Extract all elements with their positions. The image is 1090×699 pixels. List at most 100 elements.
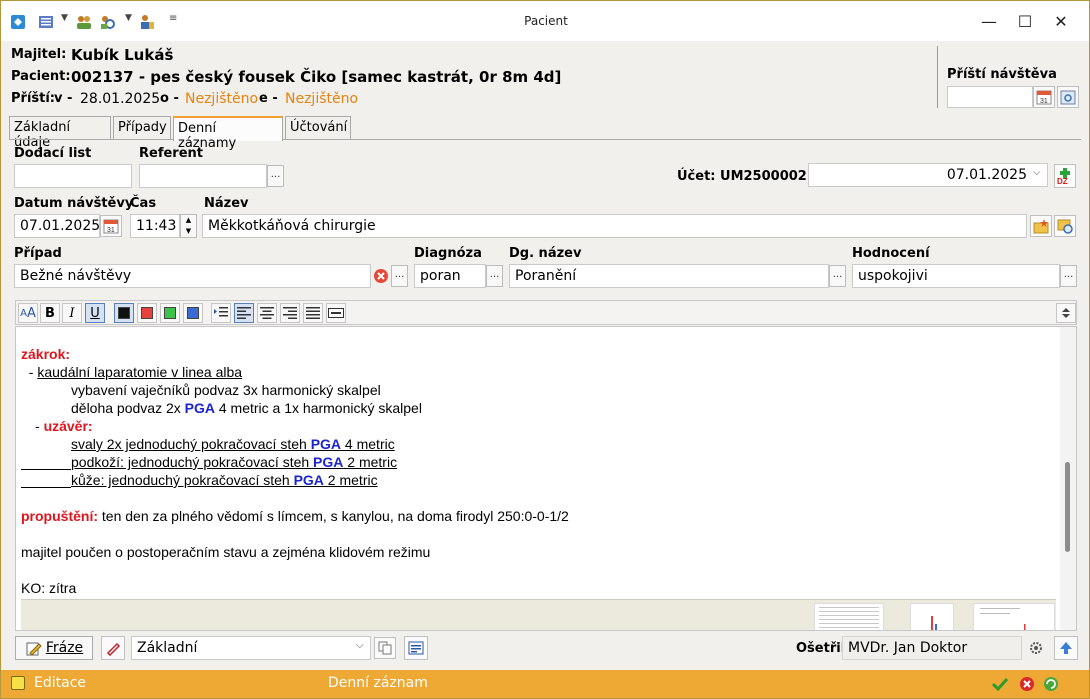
record-editor[interactable]: zákrok: - kaudální laparatomie v linea a… xyxy=(15,326,1077,631)
rating-label: Hodnocení xyxy=(852,246,930,261)
title-bar: ▼ ▼ ≡ Pacient — ☐ ✕ xyxy=(1,1,1089,41)
account-date-select[interactable]: 07.01.2025 xyxy=(808,163,1048,187)
editor-line-skin: kůže: jednoduchý pokračovací steh PGA 2 … xyxy=(71,472,378,488)
next-visit-field[interactable] xyxy=(947,86,1033,108)
referent-picker-button[interactable]: ... xyxy=(267,165,284,187)
next-o-value: Nezjištěno xyxy=(185,91,259,107)
delivery-label: Dodací list xyxy=(14,146,92,161)
tab-divider xyxy=(9,139,1081,140)
case-field[interactable]: Bežné návštěvy xyxy=(14,264,371,288)
owner-value: Kubík Lukáš xyxy=(71,46,174,64)
diagnosis-picker-button[interactable]: ... xyxy=(486,265,503,287)
copy-style-icon[interactable] xyxy=(374,637,396,659)
delivery-field[interactable] xyxy=(14,164,132,188)
svg-text:31: 31 xyxy=(107,227,115,234)
rating-field[interactable]: uspokojivi xyxy=(852,264,1060,288)
cancel-icon[interactable] xyxy=(1019,676,1035,692)
tab-daily-records[interactable]: Denní záznamy xyxy=(173,116,283,151)
color-black-button[interactable] xyxy=(114,303,134,323)
phrases-button[interactable]: Fráze xyxy=(15,636,93,660)
calendar-view-icon[interactable] xyxy=(1057,86,1079,108)
add-delivery-note-icon[interactable]: DZ xyxy=(1054,164,1076,188)
indent-icon[interactable] xyxy=(211,303,231,323)
pen-icon[interactable] xyxy=(101,636,125,660)
text-span: PGA xyxy=(184,400,215,416)
maximize-button[interactable]: ☐ xyxy=(1010,9,1040,33)
chevron-down-icon[interactable]: ⌵ xyxy=(356,640,364,651)
editor-line-subcutis: podkoží: jednoduchý pokračovací steh PGA… xyxy=(71,454,397,470)
tab-basic-info[interactable]: Základní údaje xyxy=(9,116,111,150)
underline-button[interactable]: U xyxy=(85,303,105,323)
next-e-value: Nezjištěno xyxy=(285,91,359,107)
color-swatch-red xyxy=(141,307,153,319)
referent-field[interactable] xyxy=(139,164,267,188)
treated-by-field[interactable]: MVDr. Jan Doktor xyxy=(842,636,1022,660)
divider xyxy=(937,46,938,108)
close-button[interactable]: ✕ xyxy=(1046,9,1076,33)
folder-star-icon[interactable] xyxy=(1030,215,1052,237)
svg-text:31: 31 xyxy=(1040,98,1048,105)
text-span: propuštění: xyxy=(21,508,98,524)
attachment-thumbnail[interactable] xyxy=(814,603,884,630)
bold-button[interactable]: B xyxy=(40,303,60,323)
scroll-top-icon[interactable] xyxy=(1054,636,1078,660)
view-template-icon[interactable] xyxy=(1054,215,1076,237)
text-span: kaudální laparatomie v linea alba xyxy=(37,364,243,380)
phrases-label: Fráze xyxy=(45,640,84,656)
visit-date-label: Datum návštěvy xyxy=(14,196,134,211)
dg-name-label: Dg. název xyxy=(509,246,582,261)
diagnosis-label: Diagnóza xyxy=(414,246,482,261)
align-left-icon[interactable] xyxy=(234,303,254,323)
insert-field-icon[interactable] xyxy=(326,303,346,323)
align-center-icon[interactable] xyxy=(257,303,277,323)
next-o-label: o - xyxy=(160,91,179,106)
minimize-button[interactable]: — xyxy=(974,9,1004,33)
tab-cases[interactable]: Případy xyxy=(113,116,171,140)
editor-line-laparotomy: - kaudální laparatomie v linea alba xyxy=(21,364,242,380)
italic-button[interactable]: I xyxy=(62,303,82,323)
name-field[interactable]: Měkkotkáňová chirurgie xyxy=(202,214,1027,238)
color-red-button[interactable] xyxy=(137,303,157,323)
dg-name-picker-button[interactable]: ... xyxy=(829,265,846,287)
next-label: Příští: xyxy=(11,91,56,106)
next-visit-label: Příští návštěva xyxy=(947,67,1057,82)
style-select[interactable]: Základní xyxy=(131,636,371,660)
editor-line-checkup: KO: zítra xyxy=(21,580,77,596)
attachment-thumbnail[interactable] xyxy=(910,603,954,630)
refresh-icon[interactable] xyxy=(1043,676,1059,692)
scrollbar-thumb[interactable] xyxy=(1065,462,1070,552)
dg-name-field[interactable]: Poranění xyxy=(509,264,829,288)
window-title: Pacient xyxy=(524,14,568,28)
case-picker-button[interactable]: ... xyxy=(391,265,408,287)
phrases-icon xyxy=(26,642,42,656)
text-span: PGA xyxy=(313,454,344,470)
editor-line-owner-informed: majitel poučen o postoperačním stavu a z… xyxy=(21,544,431,560)
align-right-icon[interactable] xyxy=(280,303,300,323)
time-label: Čas xyxy=(130,196,157,211)
calendar-icon[interactable]: 31 xyxy=(100,215,122,237)
visit-date-field[interactable]: 07.01.2025 xyxy=(14,214,100,238)
color-swatch-green xyxy=(164,307,176,319)
tab-billing[interactable]: Účtování xyxy=(285,116,351,140)
attachment-thumbnail[interactable] xyxy=(973,603,1055,630)
color-blue-button[interactable] xyxy=(183,303,203,323)
format-list-icon[interactable] xyxy=(404,636,428,660)
rating-picker-button[interactable]: ... xyxy=(1060,265,1077,287)
editor-scrollbar[interactable] xyxy=(1060,327,1076,630)
editor-line-closure: - uzávěr: xyxy=(35,418,93,434)
calendar-icon[interactable]: 31 xyxy=(1033,86,1055,108)
align-justify-icon[interactable] xyxy=(303,303,323,323)
settings-icon[interactable] xyxy=(1026,638,1046,658)
time-field[interactable]: 11:43 xyxy=(130,214,180,238)
confirm-icon[interactable] xyxy=(991,675,1009,693)
diagnosis-field[interactable]: poran xyxy=(414,264,486,288)
chevron-down-icon[interactable]: ⌵ xyxy=(1033,167,1041,178)
color-green-button[interactable] xyxy=(160,303,180,323)
patient-label: Pacient: xyxy=(11,69,71,84)
underline-rule xyxy=(21,487,71,488)
time-spinner[interactable]: ▲ ▼ xyxy=(180,214,197,238)
expand-editor-icon[interactable] xyxy=(1056,303,1076,323)
next-v-label: v - xyxy=(54,91,73,106)
clear-case-icon[interactable] xyxy=(372,267,390,285)
font-size-button[interactable]: AA xyxy=(18,303,38,323)
